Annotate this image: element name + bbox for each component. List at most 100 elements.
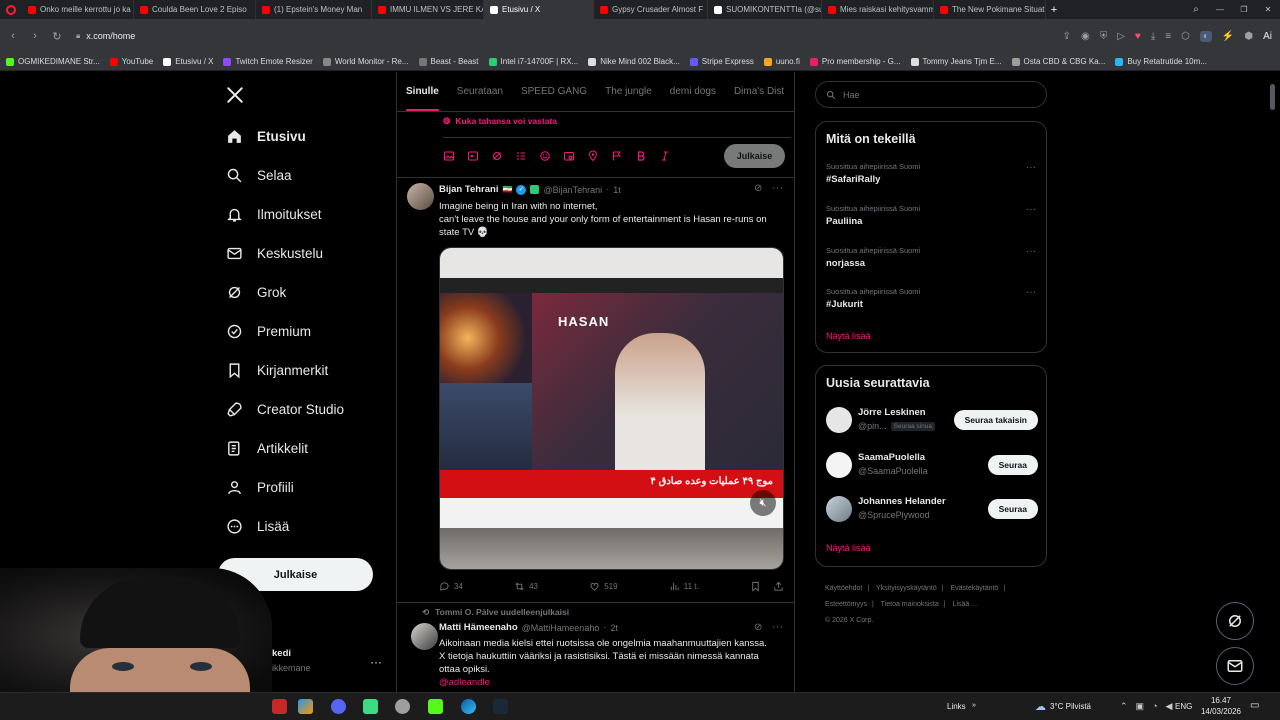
weather-widget[interactable]: ☁ 3°C Pilvistä [1035, 700, 1091, 713]
footer-link[interactable]: Lisää ... [953, 601, 978, 608]
camera-icon[interactable]: ◉ [1081, 31, 1090, 42]
trend-more-icon[interactable]: ··· [1026, 246, 1036, 257]
tab-list-speed-gang[interactable]: SPEED GANG [512, 72, 596, 111]
bookmark-item[interactable]: Nike Mind 002 Black... [588, 57, 680, 66]
account-more-icon[interactable]: ··· [370, 655, 382, 669]
author-handle[interactable]: @MattiHameenaho [522, 623, 600, 633]
tab-list-demi-dogs[interactable]: demi dogs [661, 72, 725, 111]
emoji-icon[interactable] [539, 150, 551, 162]
tab-following[interactable]: Seurataan [448, 72, 512, 111]
discord-icon[interactable] [331, 699, 346, 714]
share-icon[interactable]: ⇪ [1063, 31, 1071, 42]
location-icon[interactable] [587, 150, 599, 162]
chevron-icon[interactable]: » [972, 702, 976, 709]
browser-tab[interactable]: Gypsy Crusader Almost F [594, 0, 708, 19]
bookmark-item[interactable]: Beast - Beast [418, 57, 479, 66]
image-icon[interactable] [443, 150, 455, 162]
avatar[interactable] [407, 183, 434, 210]
grok-icon[interactable]: ⊘ [754, 622, 762, 633]
profile-icon[interactable]: ◐ [1199, 30, 1212, 42]
footer-link[interactable]: Tietoa mainoksista [881, 601, 939, 608]
follow-back-button[interactable]: Seuraa takaisin [953, 410, 1038, 430]
play-icon[interactable]: ▷ [1117, 31, 1125, 42]
bookmark-item[interactable]: World Monitor - Re... [322, 57, 409, 66]
taskbar-app-icon[interactable] [272, 699, 287, 714]
cube-icon[interactable]: ⬡ [1181, 31, 1190, 42]
follow-suggestion[interactable]: SaamaPuolella @SaamaPuolella Seuraa [826, 450, 1038, 480]
kick-icon[interactable] [428, 699, 443, 714]
nav-item-premium[interactable]: Premium [226, 320, 311, 342]
ai-icon[interactable]: Ai [1263, 31, 1272, 42]
nav-item-home[interactable]: Etusivu [226, 125, 306, 147]
trend-item[interactable]: Suosittua aihepiirissä Suomi Pauliina ··… [826, 204, 1038, 227]
minimize-icon[interactable]: — [1208, 5, 1232, 14]
menu-icon[interactable]: ≡ [1165, 31, 1171, 42]
poll-icon[interactable] [515, 150, 527, 162]
author-handle[interactable]: @BijanTehrani [543, 185, 602, 195]
grok-icon[interactable]: ⊘ [754, 183, 762, 194]
mute-icon[interactable]: 🔇︎ [750, 490, 776, 516]
links-toolbar[interactable]: Links [947, 702, 966, 711]
bookmark-item[interactable]: uuno.fi [763, 57, 800, 66]
bookmark-item[interactable]: YouTube [109, 57, 153, 66]
tweet[interactable]: ⟲ Tommi O. Pälve uudelleenjulkaisi Matti… [397, 603, 795, 692]
schedule-icon[interactable] [563, 150, 575, 162]
shield-icon[interactable]: ⛨ [1100, 31, 1108, 42]
grok-icon[interactable] [491, 150, 503, 162]
author-name[interactable]: Bijan Tehrani [439, 184, 498, 195]
avatar[interactable] [826, 452, 852, 478]
browser-tab[interactable]: The New Pokimane Situat [934, 0, 1046, 19]
gif-icon[interactable] [467, 150, 479, 162]
bookmark-item[interactable]: Etusivu / X [163, 57, 213, 66]
nav-item-notifications[interactable]: Ilmoitukset [226, 203, 322, 225]
nav-item-more[interactable]: Lisää [226, 515, 289, 537]
trend-item[interactable]: Suosittua aihepiirissä Suomi #SafariRall… [826, 162, 1038, 185]
like-button[interactable]: 519 [589, 581, 618, 592]
tweet-time[interactable]: 2t [611, 623, 619, 633]
back-icon[interactable]: ‹ [2, 30, 24, 42]
footer-link[interactable]: Yksityisyyskäytäntö [876, 585, 937, 592]
nav-item-creator-studio[interactable]: Creator Studio [226, 398, 344, 420]
app-icon[interactable] [395, 699, 410, 714]
avatar[interactable] [826, 407, 852, 433]
flag-icon[interactable] [611, 150, 623, 162]
views-button[interactable]: 11 t. [669, 581, 699, 592]
trend-more-icon[interactable]: ··· [1026, 162, 1036, 173]
edge-icon[interactable] [461, 699, 476, 714]
nav-item-grok[interactable]: Grok [226, 281, 286, 303]
trend-more-icon[interactable]: ··· [1026, 204, 1036, 215]
bookmark-icon[interactable] [750, 581, 761, 592]
browser-tab[interactable]: (1) Epstein's Money Man [256, 0, 372, 19]
bookmark-item[interactable]: Twitch Emote Resizer [223, 57, 313, 66]
tweet-media[interactable]: HASAN موج ۴۹ عملیات وعده صادق ۴ 🔇︎ [439, 247, 784, 570]
tweet-more-icon[interactable]: ··· [772, 182, 783, 194]
bookmark-item[interactable]: OGMIKEDIMANE Str... [6, 57, 100, 66]
follow-suggestion[interactable]: Johannes Helander @SprucePlywood Seuraa [826, 494, 1038, 524]
footer-link[interactable]: Esteettömyys [825, 601, 867, 608]
extension-icon[interactable]: ⚡ [1222, 31, 1234, 42]
messages-floating-button[interactable] [1216, 647, 1254, 685]
reply-button[interactable]: 34 [439, 581, 463, 592]
bookmark-item[interactable]: Osta CBD & CBG Ka... [1011, 57, 1105, 66]
follow-show-more[interactable]: Näytä lisää [826, 543, 871, 553]
volume-icon[interactable]: ◀ [1166, 701, 1173, 712]
bookmark-item[interactable]: Intel i7-14700F | RX... [488, 57, 578, 66]
bookmark-item[interactable]: Pro membership - G... [809, 57, 901, 66]
forward-icon[interactable]: › [24, 30, 46, 42]
nav-item-profile[interactable]: Profiili [226, 476, 294, 498]
trend-item[interactable]: Suosittua aihepiirissä Suomi norjassa ··… [826, 246, 1038, 269]
nav-item-articles[interactable]: Artikkelit [226, 437, 308, 459]
mention-link[interactable]: @adleandle [439, 676, 789, 689]
heart-icon[interactable]: ♥ [1135, 31, 1141, 42]
browser-tab[interactable]: Coulda Been Love 2 Episo [134, 0, 256, 19]
maximize-icon[interactable]: ❐ [1232, 5, 1256, 14]
tweet-more-icon[interactable]: ··· [772, 621, 783, 633]
bold-icon[interactable] [635, 150, 647, 162]
avatar[interactable] [411, 623, 438, 650]
bookmark-item[interactable]: Stripe Express [689, 57, 754, 66]
new-tab-button[interactable]: + [1046, 4, 1062, 16]
cube-icon[interactable]: ⬢ [1244, 31, 1253, 42]
trend-more-icon[interactable]: ··· [1026, 287, 1036, 298]
download-icon[interactable]: ⤓ [1151, 31, 1155, 42]
notifications-icon[interactable]: ▭ [1250, 700, 1259, 711]
